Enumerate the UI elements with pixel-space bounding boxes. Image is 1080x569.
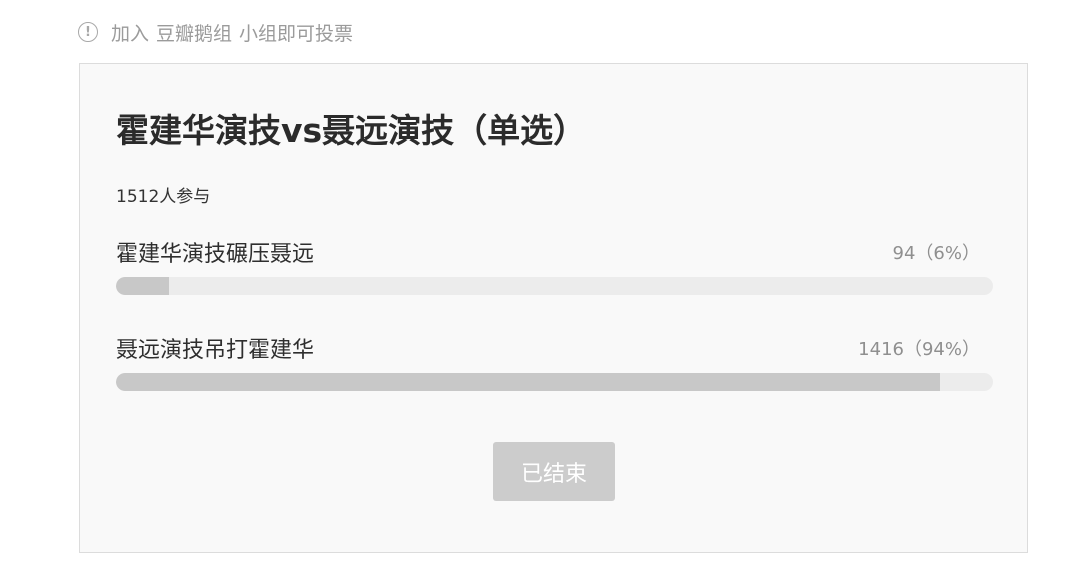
- participant-count: 1512人参与: [116, 187, 211, 207]
- exclamation-circle-icon: !: [78, 22, 98, 42]
- poll-option: 聂远演技吊打霍建华 1416（94%）: [116, 332, 994, 391]
- poll-title: 霍建华演技vs聂远演技（单选）: [116, 111, 587, 150]
- group-name: 豆瓣鹅组: [156, 22, 233, 45]
- progress-track: [116, 277, 993, 295]
- poll-page: ! 加入 豆瓣鹅组 小组即可投票 霍建华演技vs聂远演技（单选） 1512人参与…: [0, 0, 1080, 569]
- ended-button: 已结束: [493, 442, 615, 501]
- poll-option: 霍建华演技碾压聂远 94（6%）: [116, 236, 994, 295]
- progress-track: [116, 373, 993, 391]
- option-label: 聂远演技吊打霍建华: [116, 338, 315, 363]
- option-count: 1416（94%）: [858, 339, 980, 360]
- progress-fill: [116, 277, 169, 295]
- progress-fill: [116, 373, 941, 391]
- poll-card: 霍建华演技vs聂远演技（单选） 1512人参与 霍建华演技碾压聂远 94（6%）…: [79, 63, 1028, 553]
- notice-suffix: 小组即可投票: [239, 22, 354, 45]
- join-text: 加入: [111, 22, 150, 45]
- option-count: 94（6%）: [892, 243, 980, 264]
- option-label: 霍建华演技碾压聂远: [116, 242, 315, 267]
- join-notice: ! 加入 豆瓣鹅组 小组即可投票: [78, 18, 353, 46]
